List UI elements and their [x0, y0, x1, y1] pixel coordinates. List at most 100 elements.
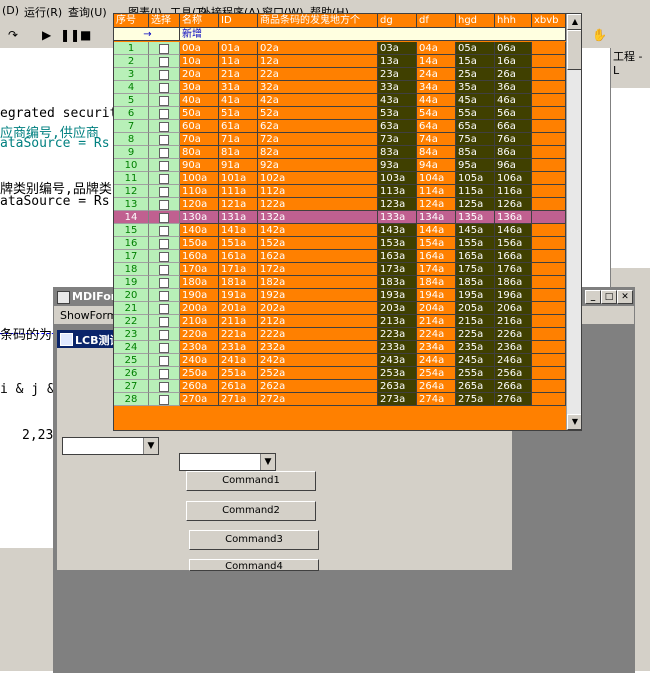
checkbox[interactable] — [159, 213, 169, 223]
pause-icon[interactable]: ❚❚ — [60, 28, 80, 42]
grid-cell[interactable]: 184a — [417, 276, 456, 289]
grid-cell[interactable]: 156a — [495, 237, 532, 250]
redo-icon[interactable]: ↷ — [8, 28, 18, 42]
grid-cell-empty[interactable] — [532, 354, 566, 367]
grid-cell[interactable]: 66a — [495, 120, 532, 133]
project-tree[interactable] — [611, 88, 650, 268]
grid-cell[interactable]: 50a — [180, 107, 219, 120]
checkbox[interactable] — [159, 369, 169, 379]
grid-cell[interactable]: 251a — [219, 367, 258, 380]
menu-showform[interactable]: ShowForm — [60, 309, 117, 322]
grid-cell[interactable]: 276a — [495, 393, 532, 406]
command2-button[interactable]: Command2 — [186, 501, 316, 521]
grid-cell[interactable]: 54a — [417, 107, 456, 120]
grid-cell[interactable]: 142a — [258, 224, 378, 237]
row-checkbox[interactable] — [149, 315, 180, 328]
menu-item[interactable]: 运行(R) — [24, 4, 62, 20]
grid-cell[interactable]: 164a — [417, 250, 456, 263]
row-checkbox[interactable] — [149, 211, 180, 224]
grid-cell[interactable]: 261a — [219, 380, 258, 393]
grid-cell[interactable]: 55a — [456, 107, 495, 120]
grid-cell[interactable]: 192a — [258, 289, 378, 302]
grid-cell[interactable]: 52a — [258, 107, 378, 120]
grid-cell[interactable]: 76a — [495, 133, 532, 146]
grid-cell[interactable]: 123a — [378, 198, 417, 211]
grid-cell-empty[interactable] — [532, 68, 566, 81]
grid-cell-empty[interactable] — [532, 380, 566, 393]
grid-cell-empty[interactable] — [532, 55, 566, 68]
grid-cell[interactable]: 41a — [219, 94, 258, 107]
row-checkbox[interactable] — [149, 146, 180, 159]
grid-cell[interactable]: 233a — [378, 341, 417, 354]
grid-cell-empty[interactable] — [532, 393, 566, 406]
grid-cell[interactable]: 275a — [456, 393, 495, 406]
grid-cell[interactable]: 220a — [180, 328, 219, 341]
grid-cell[interactable]: 13a — [378, 55, 417, 68]
new-row-marker[interactable]: → — [114, 28, 180, 41]
grid-cell-empty[interactable] — [532, 120, 566, 133]
grid-cell[interactable]: 182a — [258, 276, 378, 289]
row-checkbox[interactable] — [149, 263, 180, 276]
grid-cell[interactable]: 215a — [456, 315, 495, 328]
grid-cell[interactable]: 101a — [219, 172, 258, 185]
grid-cell[interactable]: 202a — [258, 302, 378, 315]
column-header[interactable]: df — [417, 14, 456, 28]
dropdown-arrow-icon[interactable]: ▼ — [260, 454, 275, 470]
grid-cell[interactable]: 173a — [378, 263, 417, 276]
grid-cell[interactable]: 00a — [180, 42, 219, 55]
grid-cell[interactable]: 212a — [258, 315, 378, 328]
grid-cell[interactable]: 266a — [495, 380, 532, 393]
grid-cell[interactable]: 145a — [456, 224, 495, 237]
checkbox[interactable] — [159, 395, 169, 405]
grid-cell[interactable]: 83a — [378, 146, 417, 159]
grid-cell[interactable]: 42a — [258, 94, 378, 107]
grid-cell[interactable]: 225a — [456, 328, 495, 341]
grid-cell[interactable]: 255a — [456, 367, 495, 380]
grid-cell[interactable]: 232a — [258, 341, 378, 354]
grid-cell[interactable]: 200a — [180, 302, 219, 315]
grid-cell[interactable]: 23a — [378, 68, 417, 81]
grid-cell-empty[interactable] — [532, 146, 566, 159]
play-icon[interactable]: ▶ — [42, 28, 51, 42]
checkbox[interactable] — [159, 187, 169, 197]
combo-box-2[interactable]: ▼ — [179, 453, 276, 471]
grid-cell[interactable]: 213a — [378, 315, 417, 328]
grid-cell[interactable]: 183a — [378, 276, 417, 289]
grid-cell[interactable]: 194a — [417, 289, 456, 302]
grid-cell[interactable]: 106a — [495, 172, 532, 185]
grid-cell[interactable]: 56a — [495, 107, 532, 120]
grid-cell[interactable]: 06a — [495, 42, 532, 55]
row-checkbox[interactable] — [149, 68, 180, 81]
row-checkbox[interactable] — [149, 302, 180, 315]
row-checkbox[interactable] — [149, 224, 180, 237]
grid-cell[interactable]: 190a — [180, 289, 219, 302]
grid-cell[interactable]: 246a — [495, 354, 532, 367]
grid-cell[interactable]: 224a — [417, 328, 456, 341]
checkbox[interactable] — [159, 278, 169, 288]
grid-cell[interactable]: 100a — [180, 172, 219, 185]
grid-cell[interactable]: 205a — [456, 302, 495, 315]
grid-cell[interactable]: 110a — [180, 185, 219, 198]
grid-cell[interactable]: 120a — [180, 198, 219, 211]
grid-cell[interactable]: 61a — [219, 120, 258, 133]
grid-cell[interactable]: 210a — [180, 315, 219, 328]
column-header[interactable]: xbvb — [532, 14, 566, 28]
grid-cell[interactable]: 172a — [258, 263, 378, 276]
grid-cell[interactable]: 230a — [180, 341, 219, 354]
grid-cell-empty[interactable] — [532, 42, 566, 55]
grid-cell[interactable]: 144a — [417, 224, 456, 237]
grid-cell[interactable]: 162a — [258, 250, 378, 263]
grid-cell[interactable]: 136a — [495, 211, 532, 224]
grid-cell[interactable]: 84a — [417, 146, 456, 159]
grid-cell[interactable]: 102a — [258, 172, 378, 185]
grid-cell-empty[interactable] — [532, 237, 566, 250]
grid-cell-empty[interactable] — [532, 315, 566, 328]
column-header[interactable]: hhh — [495, 14, 532, 28]
grid-cell[interactable]: 104a — [417, 172, 456, 185]
grid-cell[interactable]: 91a — [219, 159, 258, 172]
grid-cell[interactable]: 86a — [495, 146, 532, 159]
checkbox[interactable] — [159, 161, 169, 171]
command3-button[interactable]: Command3 — [189, 530, 319, 550]
grid-cell[interactable]: 216a — [495, 315, 532, 328]
grid-cell-empty[interactable] — [532, 302, 566, 315]
